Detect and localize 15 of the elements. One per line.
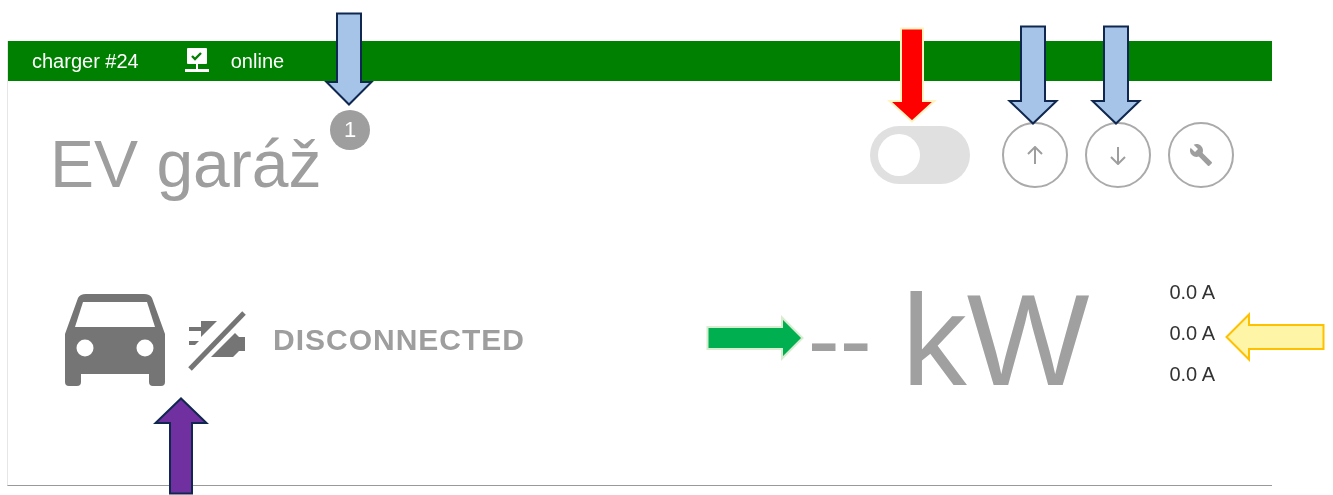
notification-badge[interactable]: 1 [330, 110, 370, 150]
charger-name: charger #24 [32, 49, 139, 73]
current-reading: 0.0 A [1169, 280, 1215, 304]
wrench-icon [1189, 143, 1213, 167]
arrow-down-icon [1110, 145, 1126, 165]
connection-status: online [230, 49, 285, 73]
arrow-up-icon [1027, 145, 1043, 165]
car-icon [64, 294, 166, 386]
network-check-icon [182, 47, 211, 75]
current-reading: 0.0 A [1169, 321, 1215, 345]
power-unit: kW [901, 285, 1090, 395]
station-title: EV garáž [50, 126, 322, 203]
vehicle-status: DISCONNECTED [273, 323, 525, 357]
power-value: -- [807, 285, 872, 395]
current-reading: 0.0 A [1169, 362, 1215, 386]
